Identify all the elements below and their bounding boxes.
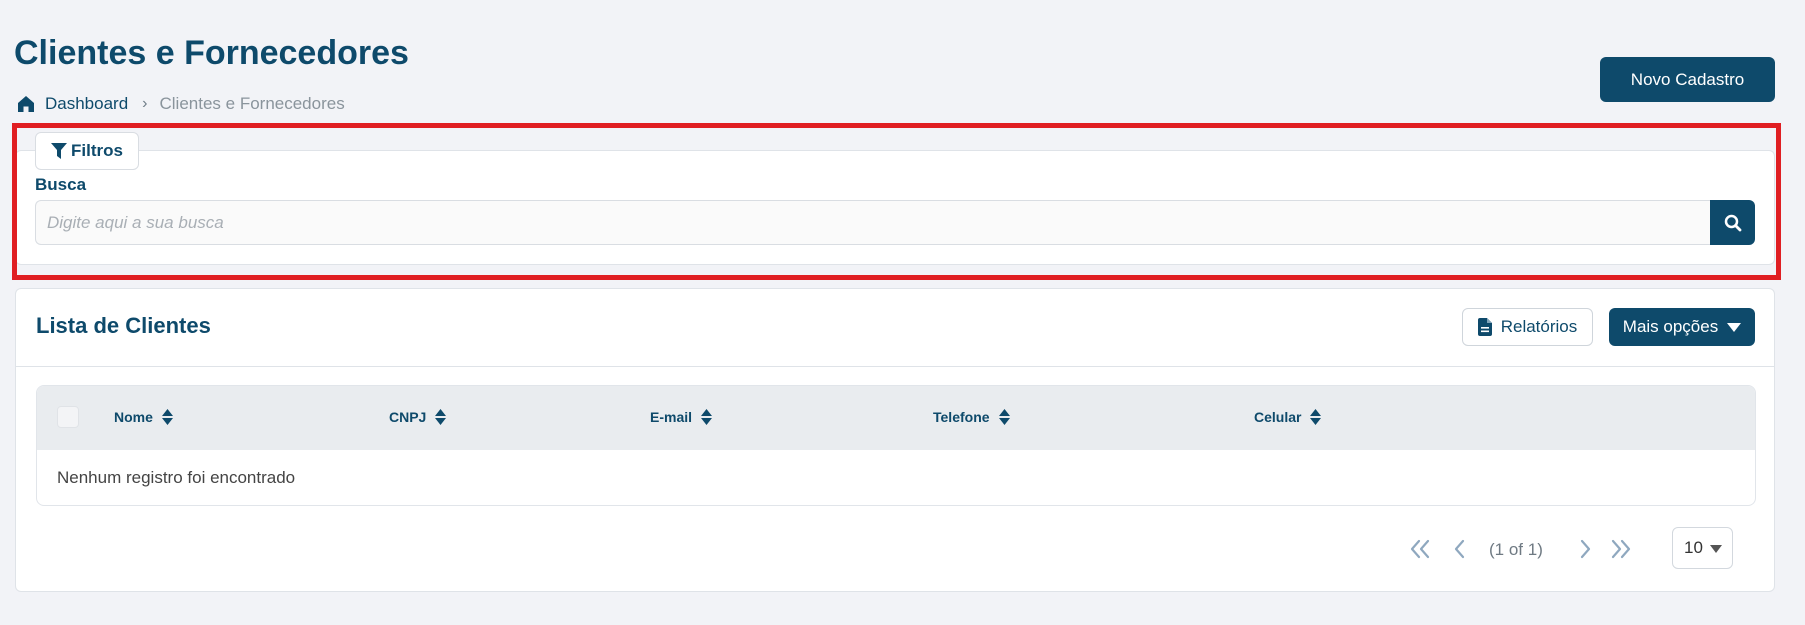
column-header-telefone[interactable]: Telefone: [933, 409, 1010, 425]
card-divider: [16, 366, 1774, 367]
page-title: Clientes e Fornecedores: [14, 34, 409, 72]
sort-icon: [161, 409, 173, 425]
more-options-button[interactable]: Mais opções: [1609, 308, 1755, 346]
reports-button[interactable]: Relatórios: [1462, 308, 1593, 346]
sort-icon: [701, 409, 713, 425]
chevron-right-icon[interactable]: [1574, 538, 1596, 560]
client-table: Nome CNPJ E-mail Telefone Celular Nenhum…: [36, 385, 1756, 506]
column-header-celular[interactable]: Celular: [1254, 409, 1322, 425]
search-label: Busca: [35, 175, 87, 194]
search-icon: [1724, 214, 1741, 231]
column-header-email[interactable]: E-mail: [650, 409, 713, 425]
chevron-left-icon[interactable]: [1449, 538, 1471, 560]
double-chevron-right-icon[interactable]: [1610, 538, 1632, 560]
column-header-cnpj[interactable]: CNPJ: [389, 409, 447, 425]
file-icon: [1477, 318, 1492, 336]
chevron-right-icon: ›: [142, 95, 148, 112]
rows-per-page-select[interactable]: 10: [1672, 527, 1733, 569]
select-all-checkbox[interactable]: [57, 406, 79, 428]
list-title: Lista de Clientes: [36, 313, 211, 338]
new-record-button[interactable]: Novo Cadastro: [1600, 57, 1775, 102]
sort-icon: [998, 409, 1010, 425]
table-header: Nome CNPJ E-mail Telefone Celular: [37, 386, 1755, 450]
home-icon[interactable]: [16, 94, 36, 114]
empty-message: Nenhum registro foi encontrado: [57, 468, 296, 487]
search-button[interactable]: [1710, 200, 1755, 245]
sort-icon: [1310, 409, 1322, 425]
breadcrumb-dashboard-link[interactable]: Dashboard: [45, 94, 128, 114]
breadcrumb: Dashboard › Clientes e Fornecedores: [16, 94, 345, 114]
sort-icon: [435, 409, 447, 425]
filters-tab-label: Filtros: [71, 141, 123, 160]
search-input[interactable]: [35, 200, 1711, 245]
column-header-nome[interactable]: Nome: [114, 409, 173, 425]
double-chevron-left-icon[interactable]: [1409, 538, 1431, 560]
filters-tab[interactable]: Filtros: [35, 132, 139, 170]
filter-icon: [51, 142, 68, 159]
reports-button-label: Relatórios: [1500, 317, 1578, 336]
caret-down-icon: [1727, 322, 1742, 332]
caret-down-icon: [1710, 545, 1722, 553]
breadcrumb-current: Clientes e Fornecedores: [159, 94, 345, 113]
more-options-label: Mais opções: [1622, 317, 1719, 336]
rows-per-page-value: 10: [1684, 538, 1703, 557]
